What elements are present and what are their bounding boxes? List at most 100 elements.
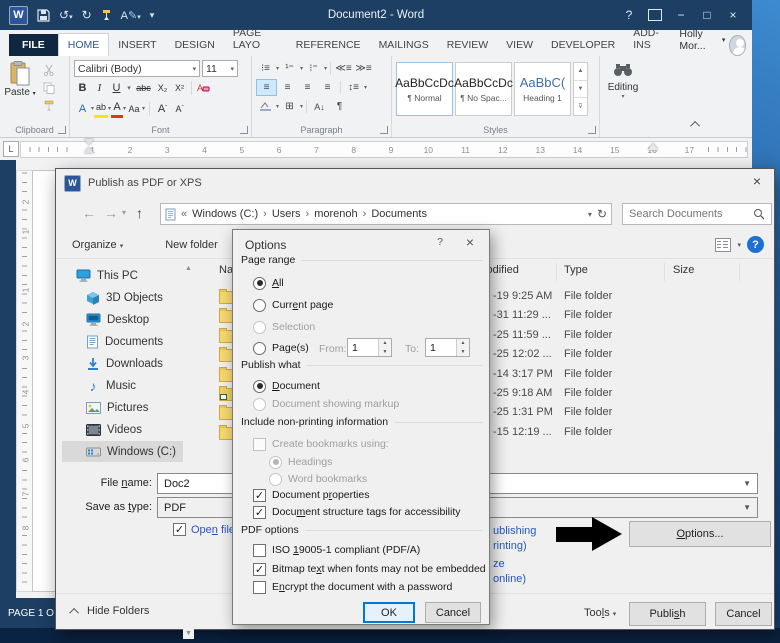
font-color-button[interactable]: A (111, 99, 124, 118)
recent-locations-icon[interactable]: ▾ (122, 208, 126, 217)
breadcrumb-item-user[interactable]: morenoh (314, 208, 357, 220)
tab-developer[interactable]: DEVELOPER (542, 34, 624, 56)
ok-button[interactable]: OK (363, 602, 415, 623)
clear-formatting-icon[interactable]: A (195, 80, 212, 96)
bullets-button[interactable]: ⁝≡ (256, 61, 275, 76)
subscript-button[interactable]: X₂ (154, 80, 171, 96)
cut-icon[interactable] (40, 62, 58, 78)
scroll-down-icon[interactable]: ▼ (185, 630, 192, 637)
styles-dialog-launcher[interactable] (588, 126, 596, 134)
search-icon[interactable] (753, 208, 765, 220)
breadcrumb-separator[interactable]: › (363, 208, 367, 220)
tab-references[interactable]: REFERENCE (287, 34, 370, 56)
font-dialog-launcher[interactable] (240, 126, 248, 134)
checkbox-document-properties[interactable]: ✓ Document properties (253, 487, 369, 503)
format-painter-icon[interactable] (40, 98, 58, 114)
indent-marker-right[interactable] (648, 143, 658, 150)
options-help-icon[interactable]: ? (425, 230, 455, 254)
show-formatting-button[interactable]: ¶ (330, 99, 349, 114)
sidebar-item-3d-objects[interactable]: 3D Objects (62, 287, 187, 308)
underline-dropdown[interactable]: ▾ (125, 80, 133, 96)
format-painter-qat-icon[interactable] (101, 9, 112, 21)
sort-button[interactable]: A↓ (310, 99, 329, 114)
sidebar-item-music[interactable]: ♪ Music (62, 375, 187, 396)
organize-menu[interactable]: Organize ▾ (72, 239, 123, 251)
page-count-status[interactable]: PAGE 1 O (8, 608, 54, 619)
tools-menu[interactable]: Tools ▾ (584, 607, 616, 619)
font-size-combo[interactable]: 11 ▾ (202, 60, 238, 77)
from-spinner[interactable]: 1 ▲ ▼ (347, 338, 392, 357)
breadcrumb-separator[interactable]: › (263, 208, 267, 220)
text-effects-button[interactable]: A (74, 101, 91, 117)
maximize-button[interactable]: □ (694, 4, 720, 26)
spin-up-icon[interactable]: ▲ (457, 339, 469, 348)
tab-view[interactable]: VIEW (497, 34, 542, 56)
italic-button[interactable]: I (91, 80, 108, 96)
options-button[interactable]: Options... (629, 521, 771, 547)
sidebar-item-documents[interactable]: Documents (62, 331, 187, 352)
superscript-button[interactable]: X² (171, 80, 188, 96)
indent-marker-hanging[interactable] (84, 147, 94, 153)
tab-design[interactable]: DESIGN (166, 34, 224, 56)
radio-all[interactable]: All (253, 275, 284, 291)
sidebar-item-desktop[interactable]: Desktop (62, 309, 187, 330)
publish-dialog-close-icon[interactable]: × (742, 169, 772, 193)
breadcrumb-item-documents[interactable]: Documents (371, 208, 427, 220)
forward-icon[interactable]: → (104, 205, 118, 221)
ribbon-group-editing[interactable]: Editing ▾ (600, 56, 646, 137)
shading-button[interactable] (256, 99, 275, 114)
qat-more-icon[interactable]: ▾ (150, 10, 155, 21)
document-page[interactable] (32, 170, 57, 592)
breadcrumb-item-drive[interactable]: Windows (C:) (192, 208, 258, 220)
cancel-button[interactable]: Cancel (715, 602, 772, 626)
up-icon[interactable]: ↑ (136, 205, 143, 221)
undo-icon[interactable]: ↺▾ (59, 8, 73, 22)
copy-icon[interactable] (40, 80, 58, 96)
tab-selector[interactable]: L (3, 141, 19, 157)
spin-up-icon[interactable]: ▲ (379, 339, 391, 348)
options-cancel-button[interactable]: Cancel (425, 602, 481, 623)
tab-mailings[interactable]: MAILINGS (370, 34, 438, 56)
back-icon[interactable]: ← (82, 205, 96, 221)
clipboard-dialog-launcher[interactable] (58, 126, 66, 134)
numbering-button[interactable]: ¹⁼ (280, 61, 299, 76)
help-icon[interactable]: ? (747, 236, 764, 253)
hide-folders-button[interactable]: Hide Folders (69, 605, 149, 618)
grow-font-button[interactable]: Aˆ (154, 101, 171, 117)
account-menu[interactable]: Holly Mor... ▾ (675, 24, 729, 56)
checkbox-structure-tags[interactable]: ✓ Document structure tags for accessibili… (253, 504, 461, 520)
redo-icon[interactable]: ↻ (82, 8, 92, 22)
options-close-icon[interactable]: × (455, 230, 485, 254)
to-spinner[interactable]: 1 ▲ ▼ (425, 338, 470, 357)
styles-gallery-more[interactable]: ⊽ (574, 97, 587, 115)
tab-insert[interactable]: INSERT (109, 34, 165, 56)
sidebar-item-pictures[interactable]: Pictures (62, 397, 187, 418)
refresh-icon[interactable]: ↻ (597, 207, 607, 221)
change-case-button[interactable]: Aa (126, 101, 142, 117)
spin-down-icon[interactable]: ▼ (457, 347, 469, 356)
tab-page-layout[interactable]: PAGE LAYO (224, 22, 287, 56)
shrink-font-button[interactable]: Aˇ (171, 101, 188, 117)
radio-document[interactable]: Document (253, 378, 320, 394)
line-spacing-button[interactable]: ↕≡ (344, 80, 363, 95)
scroll-up-icon[interactable]: ▲ (185, 265, 192, 272)
close-button[interactable]: × (720, 4, 746, 26)
breadcrumb-separator[interactable]: › (306, 208, 310, 220)
style-heading1[interactable]: AaBbC( Heading 1 (514, 62, 571, 116)
strikethrough-button[interactable]: abc (133, 80, 154, 96)
styles-scroll-down[interactable]: ▼ (574, 79, 587, 98)
column-size[interactable]: Size (673, 264, 694, 276)
sidebar-item-windows-c[interactable]: Windows (C:) (62, 441, 187, 462)
sidebar-item-this-pc[interactable]: This PC (62, 265, 187, 286)
tab-home[interactable]: HOME (57, 33, 110, 56)
view-mode-icon[interactable] (715, 237, 732, 252)
sidebar-item-videos[interactable]: Videos (62, 419, 187, 440)
save-icon[interactable] (37, 8, 50, 22)
new-folder-button[interactable]: New folder (165, 239, 218, 251)
checkbox-bitmap-text[interactable]: ✓ Bitmap text when fonts may not be embed… (253, 561, 486, 577)
collapse-ribbon-icon[interactable] (690, 115, 701, 133)
align-center-button[interactable]: ≡ (278, 80, 297, 95)
publish-button[interactable]: Publish (629, 602, 706, 626)
spin-down-icon[interactable]: ▼ (379, 347, 391, 356)
highlight-color-button[interactable]: ab (94, 99, 109, 118)
